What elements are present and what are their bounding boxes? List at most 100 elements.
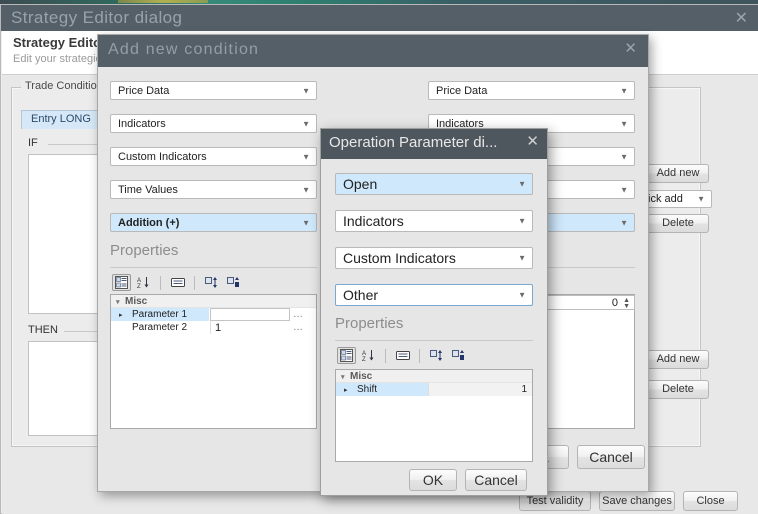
left-selector-indicators[interactable]: Indicators ▼	[110, 114, 317, 133]
operation-parameter-ok-button[interactable]: OK	[409, 469, 457, 491]
chevron-down-icon: ▼	[620, 152, 628, 161]
left-selector-custom-indicators-value: Custom Indicators	[118, 150, 207, 163]
left-selector-custom-indicators[interactable]: Custom Indicators ▼	[110, 147, 317, 166]
property-name-parameter-1: ▸ Parameter 1	[111, 308, 209, 321]
svg-text:Z: Z	[137, 284, 141, 289]
property-category-misc: ▾ Misc	[111, 295, 316, 308]
op-property-name-shift: ▸ Shift	[336, 383, 428, 396]
operation-parameter-title: Operation Parameter di...	[329, 134, 498, 151]
alphabetical-sort-icon[interactable]: A Z	[359, 347, 378, 364]
op-selector-custom-indicators-value: Custom Indicators	[343, 250, 456, 266]
left-selector-price-data-value: Price Data	[118, 84, 170, 97]
operation-parameter-dialog: Operation Parameter di... ✕ Open ▼ Indic…	[320, 128, 548, 496]
op-selector-other[interactable]: Other ▼	[335, 284, 533, 306]
add-new-condition-button[interactable]: Add new	[647, 164, 709, 183]
op-selector-open-value: Open	[343, 176, 378, 192]
add-condition-titlebar: Add new condition ✕	[98, 35, 648, 67]
chevron-down-icon: ▼	[620, 185, 628, 194]
property-list-icon[interactable]	[449, 347, 468, 364]
property-name-parameter-2: Parameter 2	[111, 321, 209, 334]
property-label: Parameter 1	[132, 309, 188, 320]
close-icon[interactable]: ✕	[526, 132, 539, 150]
op-selector-indicators-value: Indicators	[343, 213, 404, 229]
property-value-parameter-2[interactable]: 1	[210, 321, 290, 334]
parameter-1-browse-button[interactable]: …	[293, 309, 304, 320]
chevron-down-icon: ▼	[302, 218, 310, 227]
op-property-category-label: Misc	[350, 370, 373, 382]
close-icon[interactable]: ✕	[624, 39, 637, 57]
tab-entry-long[interactable]: Entry LONG	[21, 110, 101, 129]
op-property-category-misc: ▾ Misc	[336, 370, 532, 383]
chevron-down-icon: ▼	[302, 152, 310, 161]
expand-triangle-icon[interactable]: ▸	[119, 311, 123, 319]
events-icon[interactable]	[427, 347, 446, 364]
operation-parameter-titlebar: Operation Parameter di... ✕	[321, 129, 547, 159]
chevron-down-icon: ▼	[518, 216, 526, 226]
save-changes-button[interactable]: Save changes	[599, 491, 675, 511]
chevron-down-icon: ▼	[518, 179, 526, 189]
op-selector-custom-indicators[interactable]: Custom Indicators ▼	[335, 247, 533, 269]
left-properties-divider	[110, 267, 317, 268]
right-spinner-value: 0	[611, 296, 618, 309]
operation-parameter-cancel-button[interactable]: Cancel	[465, 469, 527, 491]
property-category-label: Misc	[125, 295, 148, 307]
spinner-arrows-icon[interactable]: ▲ ▼	[623, 297, 630, 310]
right-selector-price-data[interactable]: Price Data ▼	[428, 81, 635, 100]
op-selector-open[interactable]: Open ▼	[335, 173, 533, 195]
add-new-action-button[interactable]: Add new	[647, 350, 709, 369]
expand-triangle-icon[interactable]: ▸	[344, 386, 348, 394]
close-icon[interactable]: ✕	[735, 8, 748, 28]
if-label: IF	[28, 137, 38, 149]
page-title: Strategy Editor	[13, 35, 107, 50]
op-selector-indicators[interactable]: Indicators ▼	[335, 210, 533, 232]
left-selector-time-values[interactable]: Time Values ▼	[110, 180, 317, 199]
op-selector-other-value: Other	[343, 287, 379, 303]
chevron-down-icon: ▼	[518, 290, 526, 300]
left-selector-operation[interactable]: Addition (+) ▼	[110, 213, 317, 232]
add-condition-cancel-button[interactable]: Cancel	[577, 445, 645, 469]
property-pages-icon[interactable]	[168, 274, 187, 291]
property-list-icon[interactable]	[224, 274, 243, 291]
chevron-down-icon: ▼	[620, 218, 628, 227]
toolbar-separator	[385, 348, 386, 363]
events-icon[interactable]	[202, 274, 221, 291]
delete-action-button[interactable]: Delete	[647, 380, 709, 399]
left-selector-time-values-value: Time Values	[118, 183, 178, 196]
property-pages-icon[interactable]	[393, 347, 412, 364]
collapse-triangle-icon: ▾	[116, 299, 120, 306]
left-selector-indicators-value: Indicators	[118, 117, 166, 130]
op-property-row-shift[interactable]: ▸ Shift 1	[336, 383, 532, 396]
strategy-editor-titlebar: Strategy Editor dialog ✕	[1, 5, 758, 31]
left-property-toolbar: A Z	[112, 273, 243, 292]
left-properties-title: Properties	[110, 242, 179, 259]
collapse-triangle-icon: ▾	[341, 374, 345, 381]
chevron-down-icon: ▼	[302, 185, 310, 194]
op-property-grid[interactable]: ▾ Misc ▸ Shift 1	[335, 369, 533, 462]
strategy-editor-title: Strategy Editor dialog	[11, 8, 183, 27]
quick-add-dropdown[interactable]: ick add ▼	[640, 190, 712, 208]
property-label: Parameter 2	[132, 322, 188, 333]
op-property-toolbar: A Z	[337, 346, 468, 365]
op-property-label: Shift	[357, 384, 378, 395]
chevron-down-icon: ▼	[620, 119, 628, 128]
chevron-down-icon: ▼	[697, 194, 705, 204]
alphabetical-sort-icon[interactable]: A Z	[134, 274, 153, 291]
left-selector-price-data[interactable]: Price Data ▼	[110, 81, 317, 100]
property-row-parameter-1[interactable]: ▸ Parameter 1 …	[111, 308, 316, 321]
parameter-2-browse-button[interactable]: …	[293, 322, 304, 333]
property-value-parameter-1[interactable]	[210, 308, 290, 321]
delete-condition-button[interactable]: Delete	[647, 214, 709, 233]
categorized-icon[interactable]	[337, 347, 356, 364]
op-property-value-shift[interactable]: 1	[428, 383, 532, 396]
left-selector-operation-value: Addition (+)	[118, 216, 180, 229]
then-label: THEN	[28, 324, 58, 336]
left-property-grid[interactable]: ▾ Misc ▸ Parameter 1 … Parameter 2 1 …	[110, 294, 317, 429]
op-properties-divider	[335, 340, 533, 341]
close-button[interactable]: Close	[683, 491, 738, 511]
property-row-parameter-2[interactable]: Parameter 2 1 …	[111, 321, 316, 334]
op-properties-title: Properties	[335, 315, 404, 332]
categorized-icon[interactable]	[112, 274, 131, 291]
quick-add-value: ick add	[648, 193, 683, 205]
chevron-down-icon: ▼	[518, 253, 526, 263]
toolbar-separator	[160, 275, 161, 290]
